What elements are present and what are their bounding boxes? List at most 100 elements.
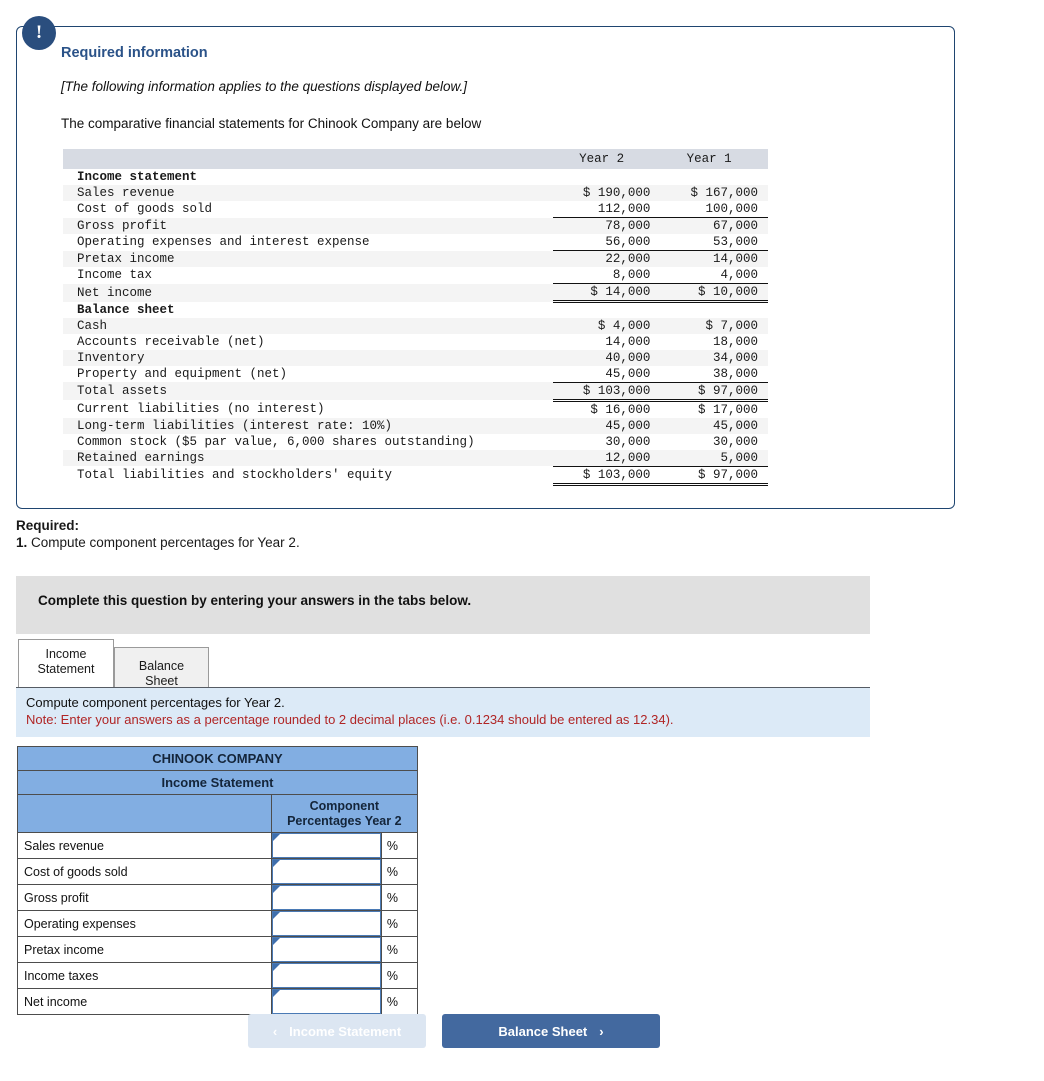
financial-row-year1: 38,000	[712, 366, 758, 381]
component-header-line1: Component	[309, 798, 380, 813]
financial-row-year2: $ 103,000	[552, 465, 661, 486]
financial-row-year1: 4,000	[720, 268, 758, 282]
financial-row-year1: 34,000	[712, 350, 758, 365]
financial-row-label: Accounts receivable (net)	[77, 334, 265, 349]
percent-symbol: %	[380, 858, 419, 885]
prev-income-statement-button[interactable]: ‹ Income Statement	[248, 1014, 426, 1048]
answer-table-company-row: CHINOOK COMPANY	[17, 746, 418, 771]
financial-table-row: Retained earnings 12,000 5,000	[63, 449, 768, 466]
financial-row-year2: 8,000	[612, 268, 651, 282]
financial-row-year2: 12,000	[605, 450, 651, 465]
financial-table-row: Total liabilities and stockholders' equi…	[63, 465, 768, 486]
answer-table-row: Sales revenue%	[17, 832, 419, 859]
chevron-right-icon: ›	[599, 1023, 604, 1039]
financial-table-row: Gross profit 78,000 67,000	[63, 217, 768, 234]
prev-button-label: Income Statement	[289, 1023, 402, 1039]
percent-symbol: %	[380, 884, 419, 911]
answer-table-row: Gross profit%	[17, 884, 419, 911]
answer-tabs: Income Statement Balance Sheet	[18, 639, 209, 688]
financial-row-label: Gross profit	[77, 218, 168, 233]
answer-row-label: Income taxes	[17, 962, 272, 989]
answer-input-cell	[270, 884, 382, 911]
financial-row-year1: 45,000	[712, 418, 758, 433]
financial-row-label: Total liabilities and stockholders' equi…	[77, 468, 393, 482]
financial-row-year1: 18,000	[712, 334, 758, 349]
answer-table-rows: Sales revenue% Cost of goods sold% Gross p…	[17, 832, 419, 1015]
required-block: Required: 1. Compute component percentag…	[16, 518, 716, 550]
financial-row-label: Income tax	[77, 268, 153, 283]
financial-table-row: Inventory 40,000 34,000	[63, 349, 768, 366]
answer-table-row: Pretax income%	[17, 936, 419, 963]
financial-row-year1: $ 167,000	[690, 186, 758, 200]
applies-to-note: [The following information applies to th…	[61, 79, 467, 94]
answer-row-label: Pretax income	[17, 936, 272, 963]
financial-row-label: Inventory	[77, 350, 145, 365]
financial-table-row: Common stock ($5 par value, 6,000 shares…	[63, 434, 768, 450]
percentage-input[interactable]	[271, 989, 381, 1014]
financial-row-label: Current liabilities (no interest)	[77, 401, 325, 416]
next-button-label: Balance Sheet	[498, 1023, 588, 1039]
percent-symbol: %	[380, 936, 419, 963]
financial-row-label: Property and equipment (net)	[77, 366, 288, 381]
note-instruction: Compute component percentages for Year 2…	[26, 695, 285, 710]
financial-row-label: Total assets	[77, 384, 168, 398]
financial-row-year1: $ 10,000	[660, 283, 768, 303]
answer-table-row: Income taxes%	[17, 962, 419, 989]
financial-table-row: Sales revenue $ 190,000 $ 167,000	[63, 185, 768, 201]
financial-row-year2: $ 14,000	[552, 283, 661, 303]
answer-row-label: Gross profit	[17, 884, 272, 911]
financial-row-year1: 5,000	[720, 450, 758, 465]
note-panel: Compute component percentages for Year 2…	[16, 687, 870, 737]
financial-row-label: Common stock ($5 par value, 6,000 shares…	[77, 434, 475, 449]
tab-navigation-buttons: ‹ Income Statement Balance Sheet ›	[248, 1014, 660, 1048]
financial-row-year2: $ 4,000	[597, 318, 651, 333]
instruction-bar-text: Complete this question by entering your …	[38, 593, 472, 608]
tab-balance-sheet-label: Balance Sheet	[138, 659, 185, 688]
exclamation-icon: !	[22, 16, 56, 50]
header-blank	[63, 149, 553, 169]
header-year2: Year 2	[579, 152, 625, 166]
financial-row-year1	[660, 302, 768, 318]
financial-table-row: Cost of goods sold 112,000 100,000	[63, 201, 768, 218]
financial-row-year2: 78,000	[552, 217, 661, 234]
percentage-input[interactable]	[271, 859, 381, 884]
financial-row-year1: $ 7,000	[705, 318, 758, 333]
percentage-input[interactable]	[271, 963, 381, 988]
financial-table-row: Income statement	[63, 169, 768, 185]
percent-symbol: %	[380, 988, 419, 1015]
answer-table-company-name: CHINOOK COMPANY	[17, 746, 418, 771]
financial-row-label: Sales revenue	[77, 186, 175, 200]
financial-table-row: Balance sheet	[63, 302, 768, 318]
header-year1: Year 1	[686, 152, 732, 166]
financial-table-row: Long-term liabilities (interest rate: 10…	[63, 417, 768, 434]
financial-row-year1: $ 97,000	[660, 465, 768, 486]
comparative-financial-statements-table: Year 2 Year 1 Income statement Sales reve…	[63, 149, 768, 486]
percentage-input[interactable]	[271, 937, 381, 962]
financial-table-header-row: Year 2 Year 1	[63, 149, 768, 169]
financial-row-label: Long-term liabilities (interest rate: 10…	[77, 418, 393, 433]
financial-row-year1: $ 17,000	[697, 402, 758, 417]
answer-table-row: Operating expenses%	[17, 910, 419, 937]
percentage-input[interactable]	[271, 911, 381, 936]
answer-input-cell	[270, 988, 382, 1015]
financial-row-year1: 14,000	[660, 250, 768, 267]
percent-symbol: %	[380, 910, 419, 937]
percentage-input[interactable]	[271, 833, 381, 858]
tab-balance-sheet[interactable]: Balance Sheet	[114, 647, 209, 688]
answer-table-row: Net income%	[17, 988, 419, 1015]
answer-row-label: Cost of goods sold	[17, 858, 272, 885]
note-rounding: Note: Enter your answers as a percentage…	[26, 712, 674, 727]
required-item-number: 1.	[16, 535, 28, 550]
component-percentages-answer-table: CHINOOK COMPANY Income Statement Compone…	[17, 746, 419, 1015]
percent-symbol: %	[380, 962, 419, 989]
answer-input-cell	[270, 936, 382, 963]
percentage-input[interactable]	[271, 885, 381, 910]
tab-income-statement[interactable]: Income Statement	[18, 639, 114, 687]
next-balance-sheet-button[interactable]: Balance Sheet ›	[442, 1014, 660, 1048]
answer-row-label: Operating expenses	[17, 910, 272, 937]
financial-row-year1	[660, 169, 768, 185]
financial-row-year2: $ 16,000	[590, 402, 651, 417]
tab-income-statement-label: Income Statement	[37, 647, 95, 676]
financial-table-row: Net income $ 14,000 $ 10,000	[63, 283, 768, 303]
financial-table-row: Current liabilities (no interest) $ 16,00…	[63, 400, 768, 418]
